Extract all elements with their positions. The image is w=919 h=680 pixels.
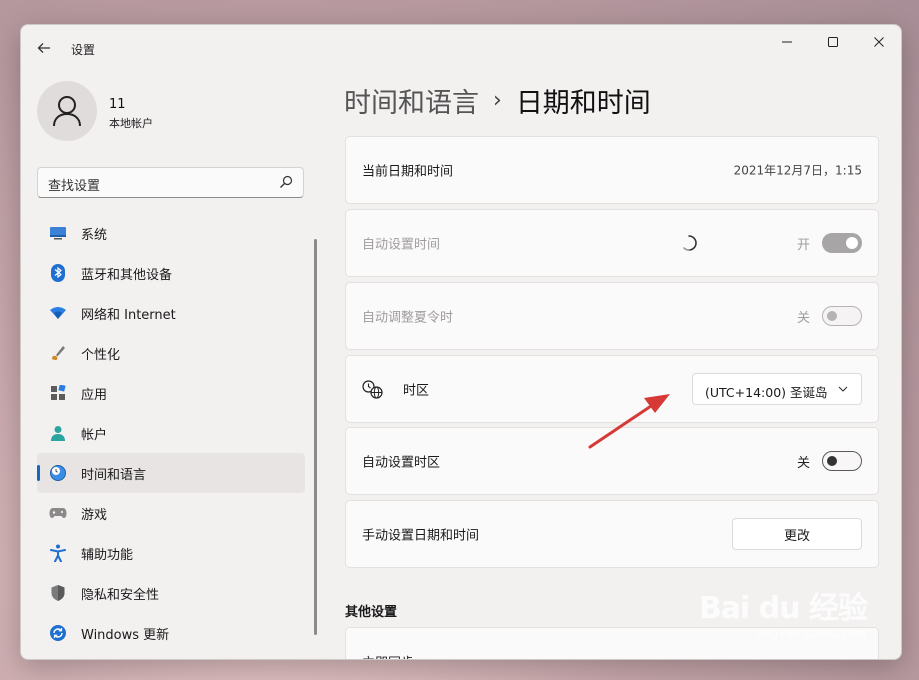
loading-spinner-icon (683, 235, 697, 251)
sidebar-item-accounts[interactable]: 帐户 (37, 413, 305, 453)
auto-dst-toggle-group: 关 (797, 306, 862, 326)
title-bar: 设置 (21, 25, 901, 71)
back-button[interactable] (33, 37, 55, 59)
other-settings-heading: 其他设置 (345, 605, 398, 620)
sidebar-item-bluetooth[interactable]: 蓝牙和其他设备 (37, 253, 305, 293)
gamepad-icon (49, 504, 67, 522)
sidebar-item-network[interactable]: 网络和 Internet (37, 293, 305, 333)
watermark-brand: Bai du 经验 (698, 591, 868, 626)
sidebar-item-personalization[interactable]: 个性化 (37, 333, 305, 373)
current-datetime-card: 当前日期和时间 2021年12月7日，1:15 (345, 136, 879, 204)
settings-window: 设置 11 本地帐户 查找设置 系统 蓝牙和其他设备 网络和 Internet … (20, 24, 902, 660)
back-arrow-icon (37, 43, 50, 53)
timezone-card: 时区 (UTC+14:00) 圣诞岛 (345, 355, 879, 423)
page-title: 日期和时间 (515, 88, 651, 119)
auto-timezone-toggle-group: 关 (797, 451, 862, 471)
auto-dst-card: 自动调整夏令时 关 (345, 282, 879, 350)
sidebar-item-label: 辅助功能 (81, 547, 134, 563)
auto-time-card: 自动设置时间 开 (345, 209, 879, 277)
sidebar-item-label: 帐户 (81, 427, 108, 443)
auto-time-toggle[interactable] (822, 233, 862, 253)
sidebar-item-label: 网络和 Internet (81, 307, 176, 323)
sidebar-scrollbar[interactable] (314, 239, 317, 635)
sync-now-label: 立即同步 (362, 652, 414, 659)
sidebar-nav: 系统 蓝牙和其他设备 网络和 Internet 个性化 应用 帐户 时间和语言 (37, 213, 305, 653)
sidebar-item-label: 时间和语言 (81, 467, 147, 483)
baidu-watermark: Bai du 经验 jingyan.baidu.com (698, 583, 868, 640)
avatar (37, 81, 97, 141)
sidebar-item-apps[interactable]: 应用 (37, 373, 305, 413)
breadcrumb-parent[interactable]: 时间和语言 (344, 81, 479, 120)
breadcrumb: 时间和语言 › 日期和时间 (344, 81, 651, 120)
close-button[interactable] (859, 31, 899, 53)
monitor-icon (49, 224, 67, 242)
timezone-label: 时区 (403, 383, 430, 399)
chevron-down-icon (838, 386, 848, 392)
sidebar-item-label: 应用 (81, 387, 108, 403)
manual-datetime-card: 手动设置日期和时间 更改 (345, 500, 879, 568)
auto-dst-state: 关 (796, 310, 810, 326)
search-placeholder: 查找设置 (48, 179, 101, 194)
auto-timezone-state: 关 (796, 455, 810, 471)
auto-dst-toggle[interactable] (822, 306, 862, 326)
auto-timezone-label: 自动设置时区 (362, 455, 441, 471)
auto-time-toggle-group: 开 (797, 233, 862, 253)
auto-timezone-card: 自动设置时区 关 (345, 427, 879, 495)
auto-dst-label: 自动调整夏令时 (362, 310, 454, 326)
sidebar-item-label: 游戏 (81, 507, 108, 523)
search-input[interactable]: 查找设置 (37, 167, 304, 198)
sidebar-item-system[interactable]: 系统 (37, 213, 305, 253)
user-name: 11 (109, 97, 126, 112)
sidebar-item-privacy[interactable]: 隐私和安全性 (37, 573, 305, 613)
timezone-selected-value: (UTC+14:00) 圣诞岛 (705, 385, 828, 400)
current-datetime-value: 2021年12月7日，1:15 (733, 163, 862, 178)
minimize-icon (782, 41, 792, 43)
sidebar-item-label: Windows 更新 (81, 627, 170, 643)
sidebar-item-label: 隐私和安全性 (81, 587, 160, 603)
auto-time-label: 自动设置时间 (362, 237, 441, 253)
bluetooth-icon (49, 264, 67, 282)
sidebar-item-label: 蓝牙和其他设备 (81, 267, 173, 283)
maximize-icon (828, 37, 838, 47)
current-datetime-label: 当前日期和时间 (362, 164, 454, 180)
shield-icon (49, 584, 67, 602)
maximize-button[interactable] (813, 31, 853, 53)
sidebar-item-accessibility[interactable]: 辅助功能 (37, 533, 305, 573)
sidebar-item-label: 系统 (81, 227, 108, 243)
sidebar-item-label: 个性化 (81, 347, 121, 363)
sidebar-item-windows-update[interactable]: Windows 更新 (37, 613, 305, 653)
brush-icon (49, 344, 67, 362)
accessibility-icon (49, 544, 67, 562)
timezone-clock-globe-icon (362, 380, 383, 399)
timezone-dropdown[interactable]: (UTC+14:00) 圣诞岛 (692, 373, 862, 405)
breadcrumb-separator: › (493, 88, 502, 113)
sidebar-item-gaming[interactable]: 游戏 (37, 493, 305, 533)
sidebar-item-time-language[interactable]: 时间和语言 (37, 453, 305, 493)
auto-time-state: 开 (796, 237, 810, 253)
close-icon (874, 37, 884, 47)
apps-icon (49, 384, 67, 402)
watermark-url: jingyan.baidu.com (756, 627, 867, 640)
account-icon (49, 424, 67, 442)
user-account-type: 本地帐户 (109, 117, 153, 130)
wifi-icon (49, 304, 67, 322)
search-icon (280, 175, 293, 188)
manual-datetime-label: 手动设置日期和时间 (362, 528, 480, 544)
auto-timezone-toggle[interactable] (822, 451, 862, 471)
change-button[interactable]: 更改 (732, 518, 862, 550)
update-icon (49, 624, 67, 642)
minimize-button[interactable] (767, 31, 807, 53)
app-title: 设置 (71, 43, 96, 57)
person-icon (53, 96, 81, 127)
globe-clock-icon (49, 464, 67, 482)
